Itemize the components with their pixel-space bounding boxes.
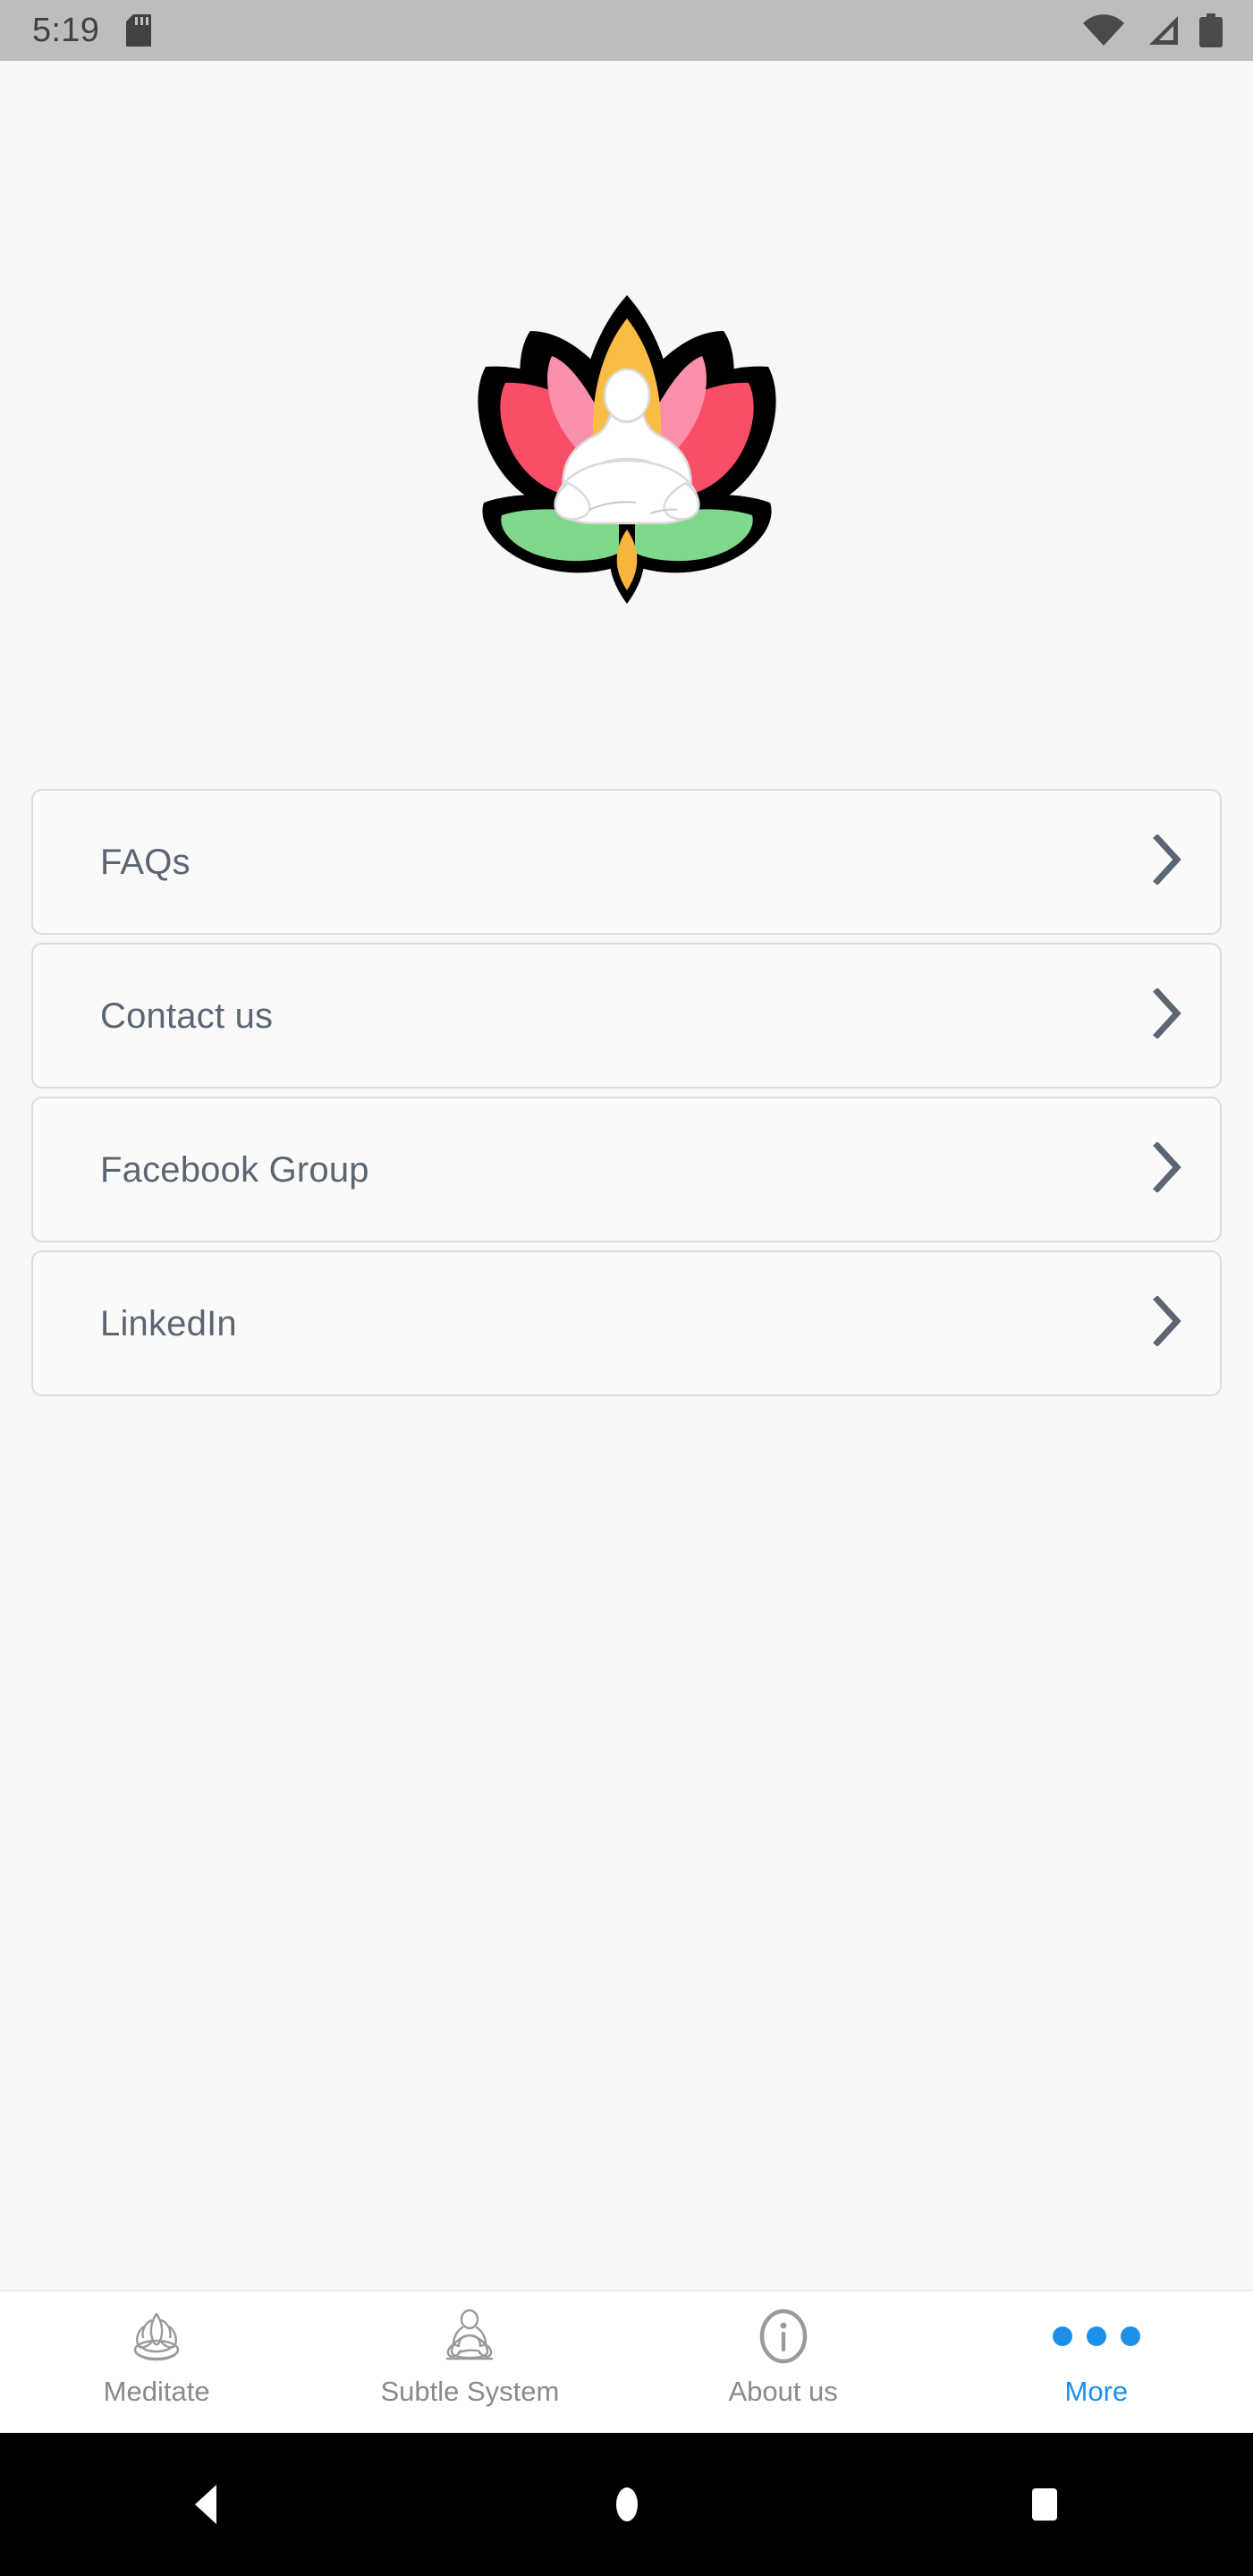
home-button[interactable] [538, 2433, 716, 2576]
android-system-nav [0, 2433, 1253, 2576]
menu-item-linkedin[interactable]: LinkedIn [31, 1250, 1222, 1396]
bottom-navigation-bar: Meditate Subtle System About us More [0, 2290, 1253, 2433]
nav-tab-more[interactable]: More [940, 2292, 1253, 2435]
nav-tab-label: Subtle System [380, 2376, 560, 2407]
sd-card-icon [126, 14, 152, 47]
battery-icon [1199, 13, 1223, 47]
status-bar-left: 5:19 [32, 12, 152, 49]
wifi-icon [1083, 14, 1124, 47]
nav-tab-label: More [1064, 2376, 1129, 2407]
nav-tab-label: About us [728, 2376, 838, 2407]
nav-tab-label: Meditate [103, 2376, 210, 2407]
menu-item-label: FAQs [100, 842, 190, 882]
cellular-signal-icon [1144, 14, 1180, 47]
three-dots-icon [1052, 2304, 1140, 2368]
menu-item-label: Contact us [100, 996, 274, 1036]
circle-icon [615, 2487, 638, 2521]
lotus-meditation-logo [477, 295, 776, 604]
menu-item-faqs[interactable]: FAQs [31, 789, 1222, 935]
menu-item-label: LinkedIn [100, 1303, 237, 1343]
chevron-right-icon [1152, 834, 1182, 889]
app-logo-container [0, 295, 1253, 604]
recents-button[interactable] [955, 2433, 1134, 2576]
chevron-right-icon [1152, 1295, 1182, 1351]
menu-item-label: Facebook Group [100, 1149, 369, 1190]
nav-tab-meditate[interactable]: Meditate [0, 2292, 313, 2435]
menu-item-contact-us[interactable]: Contact us [31, 943, 1222, 1089]
square-icon [1031, 2488, 1057, 2521]
meditating-person-outline-icon [439, 2304, 500, 2368]
app-screen: 5:19 FAQs Contact us Facebook Group Link… [0, 0, 1253, 2576]
lotus-outline-icon [126, 2304, 187, 2368]
status-bar: 5:19 [0, 0, 1253, 61]
menu-list: FAQs Contact us Facebook Group LinkedIn [31, 789, 1222, 1396]
status-bar-clock: 5:19 [32, 12, 100, 49]
chevron-right-icon [1152, 1141, 1182, 1197]
triangle-left-icon [194, 2485, 216, 2524]
chevron-right-icon [1152, 987, 1182, 1043]
dot [1052, 2326, 1072, 2346]
dot [1086, 2326, 1106, 2346]
menu-item-facebook-group[interactable]: Facebook Group [31, 1097, 1222, 1242]
status-bar-right [1083, 13, 1223, 47]
dot [1120, 2326, 1140, 2346]
nav-tab-subtle-system[interactable]: Subtle System [313, 2292, 626, 2435]
nav-tab-about-us[interactable]: About us [627, 2292, 940, 2435]
info-circle-icon [756, 2304, 811, 2368]
back-button[interactable] [120, 2433, 299, 2576]
